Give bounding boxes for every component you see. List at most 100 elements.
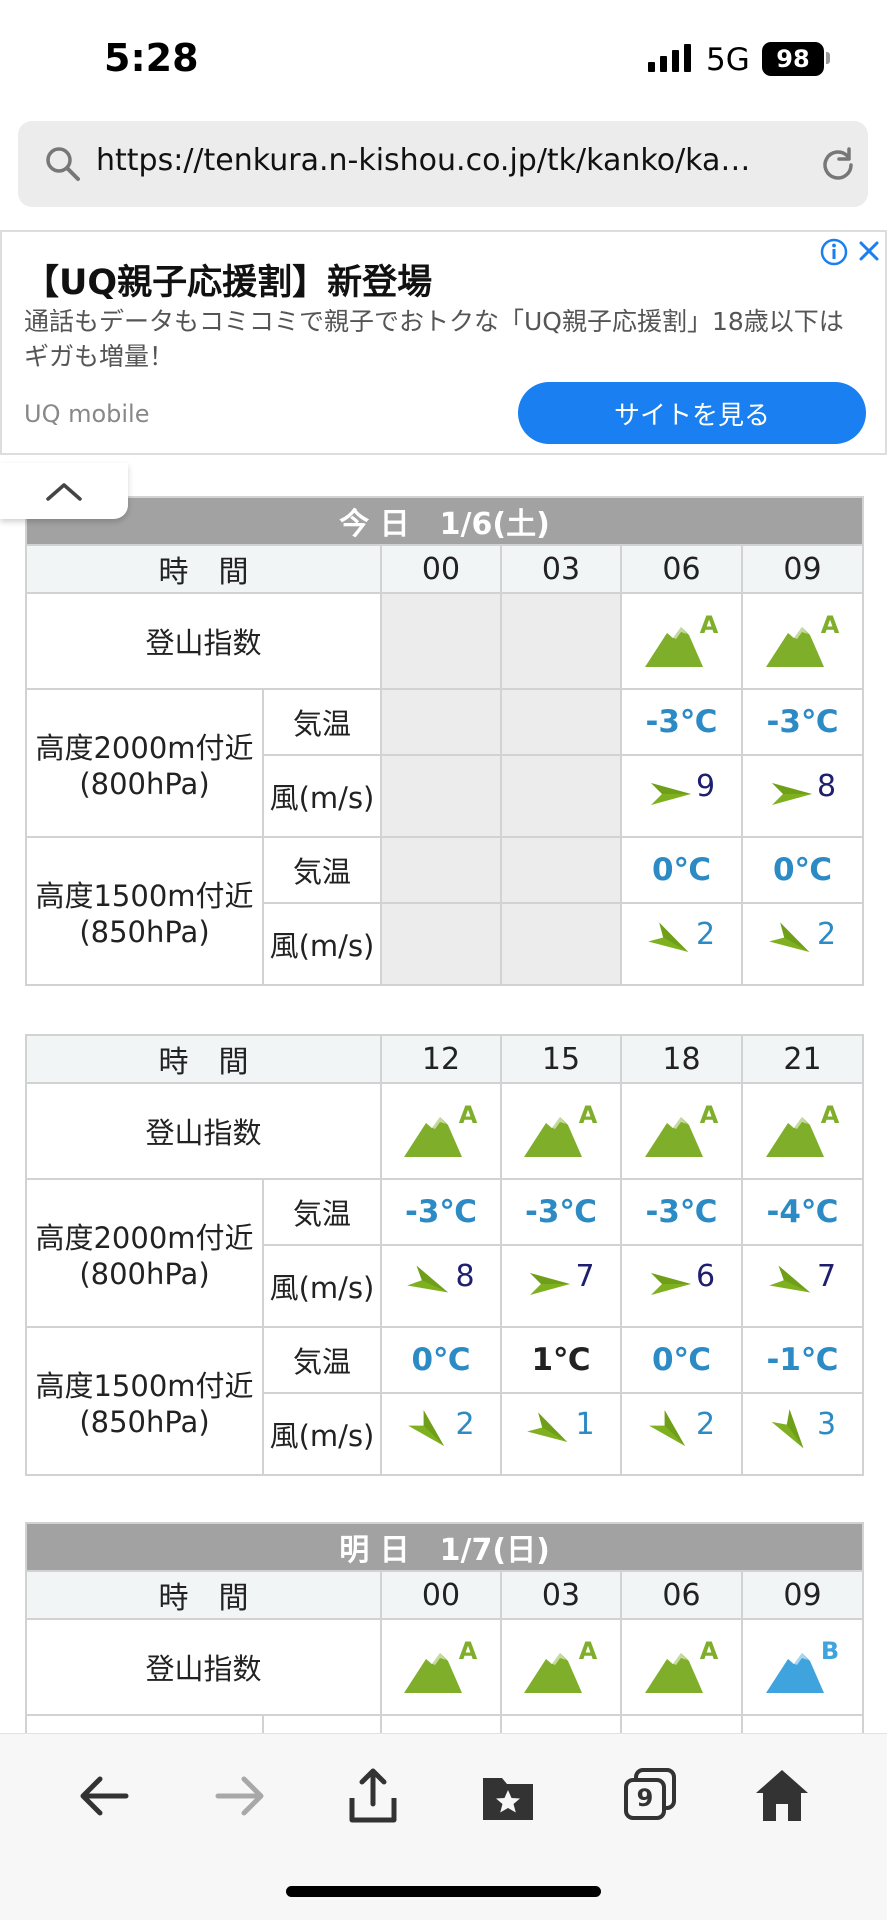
temp-label: 気温 [262,836,382,904]
day-header: 今 日 1/6(土) [24,496,865,546]
battery-level: 98 [776,45,810,73]
svg-text:B: B [820,1639,838,1665]
svg-text:A: A [459,1639,478,1665]
index-cell: A [620,1618,743,1716]
hour-cell: 00 [380,544,502,594]
ad-info-icon[interactable] [820,238,848,266]
index-cell-empty [500,592,622,690]
hour-cell: 09 [740,1570,865,1620]
url-text[interactable]: https://tenkura.n-kishou.co.jp/tk/kanko/… [96,143,796,178]
chevron-up-icon [46,483,82,501]
bookmarks-icon[interactable] [478,1766,538,1826]
mountain-icon: A [643,611,721,669]
weather-table-today-pm: 時 間 12 15 18 21 登山指数 A A A A 高度2000m付近 (8… [25,1034,864,1476]
ad-close-icon[interactable] [854,236,884,266]
temp-cell-empty [380,836,502,904]
temp-cell: 0℃ [620,836,743,904]
hour-cell: 03 [500,1570,622,1620]
wind-speed: 7 [575,1259,595,1294]
index-cell: A [500,1618,622,1716]
index-cell: A [740,592,865,690]
wind-speed: 8 [816,769,837,804]
wind-cell: 6 [620,1244,743,1328]
temp-cell: -3℃ [740,688,865,756]
temp-cell-empty [380,688,502,756]
pressure-name: (800hPa) [79,767,210,801]
battery-icon: 98 [762,42,824,76]
index-cell: A [500,1082,622,1180]
index-cell: B [740,1618,865,1716]
wind-arrow-icon [771,1409,804,1449]
wind-cell: 1 [500,1392,622,1476]
hour-cell: 12 [380,1034,502,1084]
temp-label: 気温 [262,688,382,756]
wind-cell: 3 [741,1392,864,1476]
tabs-count: 9 [636,1784,654,1812]
ad-title[interactable]: 【UQ親子応援割】新登場 [24,254,432,305]
wind-arrow-icon [769,922,810,952]
wind-arrow-icon [530,1273,571,1295]
ad-cta-button[interactable]: サイトを見る [518,382,866,444]
address-bar[interactable]: https://tenkura.n-kishou.co.jp/tk/kanko/… [18,121,868,207]
hour-cell: 06 [620,1570,743,1620]
wind-cell: 2 [620,1392,743,1476]
svg-text:A: A [820,613,839,639]
wind-speed: 6 [695,1259,716,1294]
wind-cell: 2 [620,902,743,986]
wind-speed: 2 [695,1407,716,1442]
signal-icon [648,44,691,72]
ad-banner[interactable]: 【UQ親子応援割】新登場 通話もデータもコミコミで親子でおトクな「UQ親子応援割… [0,230,887,455]
mountain-icon: A [402,1637,480,1695]
wind-speed: 1 [575,1407,595,1442]
wind-speed: 7 [816,1259,837,1294]
mountain-icon: A [522,1637,600,1695]
temp-cell: 0℃ [380,1326,502,1394]
browser-screen: { "status_bar": {"time": "5:28", "networ… [0,0,887,1920]
pressure-name: (800hPa) [79,1257,210,1291]
mountain-icon: A [764,611,842,669]
wind-cell-empty [380,902,502,986]
wind-speed: 3 [816,1407,837,1442]
wind-cell: 9 [620,754,743,838]
index-cell: A [380,1082,502,1180]
back-icon[interactable] [74,1766,134,1826]
hour-cell: 06 [620,544,743,594]
temp-cell: -3℃ [620,688,743,756]
wind-speed: 8 [455,1259,475,1294]
hour-cell: 18 [620,1034,743,1084]
forward-icon[interactable] [210,1766,270,1826]
ad-body: 通話もデータもコミコミで親子でおトクな「UQ親子応援割」18歳以下はギガも増量！ [24,307,844,371]
hour-cell: 00 [380,1570,502,1620]
status-bar: 5:28 5G 98 [0,0,887,110]
temp-cell: 1℃ [500,1326,622,1394]
mountain-icon: A [643,1101,721,1159]
svg-text:A: A [820,1103,839,1129]
temp-cell: 0℃ [740,836,865,904]
share-icon[interactable] [343,1766,403,1826]
hour-cell: 15 [500,1034,622,1084]
wind-label: 風(m/s) [262,1392,382,1476]
home-icon[interactable] [752,1766,812,1826]
temp-cell: -3℃ [620,1178,743,1246]
mountain-icon: A [402,1101,480,1159]
battery-tip [826,52,830,64]
index-cell: A [620,1082,743,1180]
svg-text:A: A [579,1103,598,1129]
svg-text:A: A [459,1103,478,1129]
time-header: 時 間 [25,1570,382,1620]
time-header: 時 間 [25,544,382,594]
temp-cell: -1℃ [741,1326,864,1394]
wind-cell: 8 [380,1244,502,1328]
altitude-label: 高度2000m付近 (800hPa) [25,1178,264,1328]
collapse-ad-button[interactable] [0,463,128,519]
mountain-icon: A [522,1101,600,1159]
wind-arrow-icon [408,1410,445,1447]
tabs-button[interactable]: 9 [620,1766,680,1826]
wind-arrow-icon [407,1265,449,1293]
svg-text:A: A [699,1639,718,1665]
wind-cell-empty [500,754,622,838]
index-label: 登山指数 [25,1618,382,1716]
reload-icon[interactable] [818,145,858,185]
altitude-label: 高度2000m付近 (800hPa) [25,688,264,838]
wind-label: 風(m/s) [262,902,382,986]
